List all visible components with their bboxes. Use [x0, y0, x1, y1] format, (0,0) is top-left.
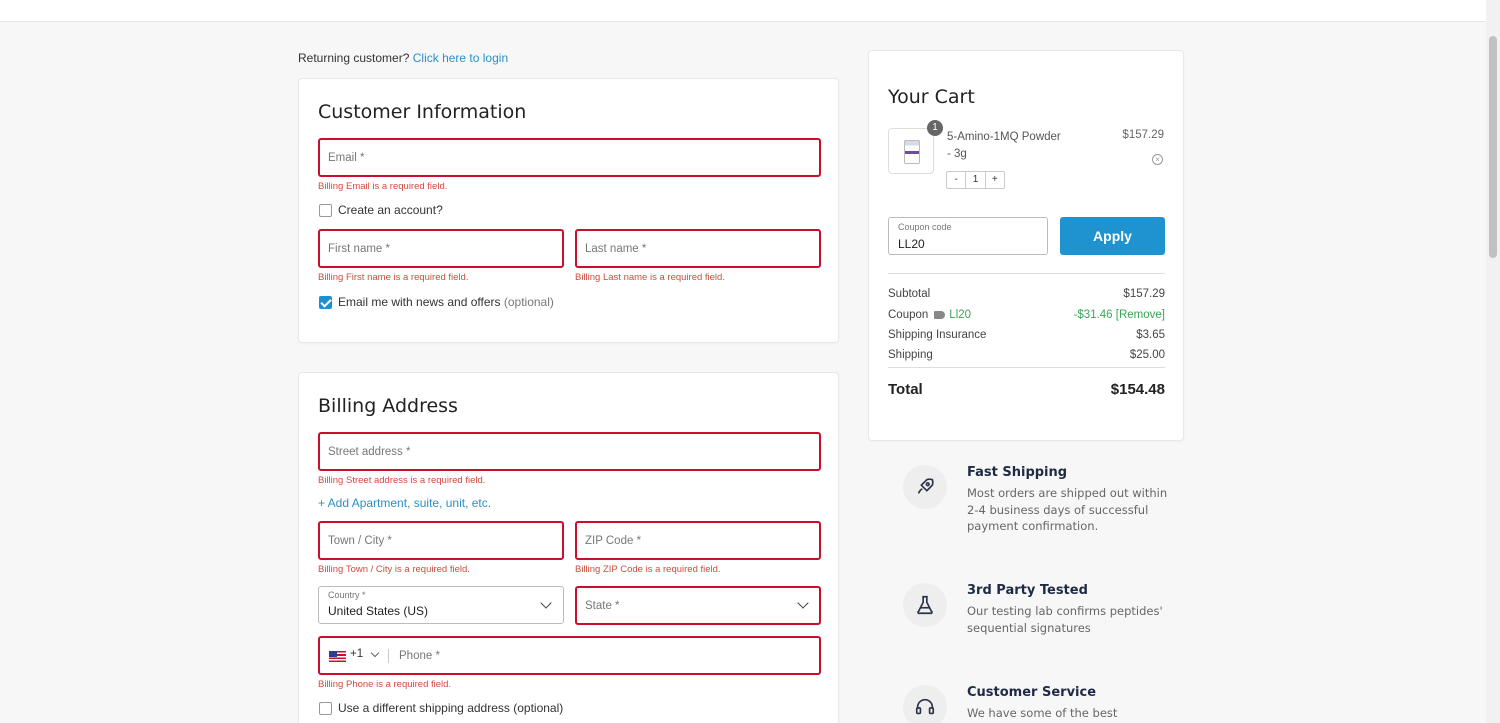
feature-desc: We have some of the best customer servic…: [967, 706, 1118, 723]
insurance-value: $3.65: [1136, 329, 1165, 341]
insurance-label: Shipping Insurance: [888, 329, 987, 341]
first-name-error: Billing First name is a required field.: [318, 272, 469, 283]
zip-placeholder: ZIP Code *: [585, 534, 642, 547]
create-account-label: Create an account?: [338, 203, 443, 217]
first-name-placeholder: First name *: [328, 242, 390, 255]
coupon-value: LL20: [898, 237, 925, 251]
login-link[interactable]: Click here to login: [413, 51, 508, 65]
cart-card: Your Cart 1 5-Amino-1MQ Powder - 3g $157…: [868, 50, 1184, 441]
state-select[interactable]: State *: [575, 586, 821, 625]
phone-field[interactable]: +1 Phone *: [318, 636, 821, 675]
first-name-field[interactable]: First name *: [318, 229, 564, 268]
subtotal-row: Subtotal $157.29: [888, 288, 1165, 300]
state-placeholder: State *: [585, 599, 620, 612]
customer-info-title: Customer Information: [318, 101, 527, 123]
feature-title: 3rd Party Tested: [967, 583, 1088, 598]
chevron-down-icon: [797, 597, 809, 609]
remove-item-icon[interactable]: ×: [1152, 154, 1163, 165]
tag-icon: [934, 310, 946, 319]
shipping-label: Shipping: [888, 349, 933, 361]
increase-qty-button[interactable]: +: [986, 172, 1004, 188]
scrollbar-thumb[interactable]: [1489, 36, 1497, 258]
feature-3rd-party-tested: 3rd Party Tested Our testing lab confirm…: [900, 583, 1170, 643]
quantity-stepper[interactable]: - 1 +: [946, 171, 1005, 189]
newsletter-label-wrap: Email me with news and offers (optional): [338, 295, 554, 309]
email-field[interactable]: Email *: [318, 138, 821, 177]
subtotal-label: Subtotal: [888, 288, 931, 300]
us-flag-icon[interactable]: [329, 651, 346, 662]
decrease-qty-button[interactable]: -: [947, 172, 967, 188]
product-thumbnail: [888, 128, 934, 174]
total-row: Total $154.48: [888, 381, 1165, 398]
feature-desc: Our testing lab confirms peptides' seque…: [967, 604, 1163, 635]
insurance-row: Shipping Insurance $3.65: [888, 329, 1165, 341]
city-error: Billing Town / City is a required field.: [318, 564, 470, 575]
feature-customer-service: Customer Service We have some of the bes…: [900, 685, 1170, 723]
country-value: United States (US): [328, 604, 429, 618]
zip-error: Billing ZIP Code is a required field.: [575, 564, 721, 575]
billing-title: Billing Address: [318, 395, 458, 417]
coupon-row-label: Coupon: [888, 309, 929, 321]
returning-customer: Returning customer? Click here to login: [298, 51, 508, 65]
phone-placeholder: Phone *: [399, 649, 440, 662]
email-error: Billing Email is a required field.: [318, 181, 448, 192]
coupon-remove-link[interactable]: -$31.46 [Remove]: [1074, 309, 1165, 321]
product-price: $157.29: [1122, 129, 1164, 141]
coupon-input[interactable]: Coupon code LL20: [888, 217, 1048, 255]
subtotal-value: $157.29: [1123, 288, 1165, 300]
street-placeholder: Street address *: [328, 445, 411, 458]
rocket-icon: [903, 465, 947, 509]
phone-country-code[interactable]: +1: [350, 648, 363, 660]
email-placeholder: Email *: [328, 151, 365, 164]
shipping-value: $25.00: [1129, 349, 1165, 361]
coupon-label: Coupon code: [898, 222, 952, 232]
billing-address-card: Billing Address Street address * Billing…: [298, 372, 839, 723]
divider: [888, 273, 1165, 274]
country-select[interactable]: Country * United States (US): [318, 586, 564, 624]
headset-icon: [903, 685, 947, 723]
different-shipping-label: Use a different shipping address (option…: [338, 701, 564, 715]
feature-fast-shipping: Fast Shipping Most orders are shipped ou…: [900, 465, 1170, 545]
shipping-row: Shipping $25.00: [888, 349, 1165, 361]
coupon-row-code: Ll20: [949, 309, 972, 321]
customer-info-card: Customer Information Email * Billing Ema…: [298, 78, 839, 343]
last-name-placeholder: Last name *: [585, 242, 647, 255]
chevron-down-icon[interactable]: [370, 648, 380, 658]
create-account-checkbox[interactable]: [319, 204, 332, 217]
cart-title: Your Cart: [888, 86, 975, 108]
phone-divider: [388, 649, 389, 663]
scrollbar[interactable]: [1486, 0, 1500, 723]
flask-icon: [903, 583, 947, 627]
product-name: 5-Amino-1MQ Powder - 3g: [947, 131, 1061, 160]
city-placeholder: Town / City *: [328, 534, 392, 547]
city-field[interactable]: Town / City *: [318, 521, 564, 560]
total-value: $154.48: [1110, 381, 1165, 398]
different-shipping-checkbox[interactable]: [319, 702, 332, 715]
add-apartment-link[interactable]: + Add Apartment, suite, unit, etc.: [318, 496, 491, 510]
returning-text: Returning customer?: [298, 51, 410, 65]
phone-error: Billing Phone is a required field.: [318, 679, 452, 690]
feature-desc: Most orders are shipped out within 2-4 b…: [967, 486, 1168, 533]
last-name-field[interactable]: Last name *: [575, 229, 821, 268]
top-bar: [0, 0, 1486, 22]
last-name-error: Billing Last name is a required field.: [575, 272, 725, 283]
chevron-down-icon: [540, 597, 552, 609]
newsletter-optional: (optional): [503, 295, 554, 309]
country-label: Country *: [328, 590, 366, 600]
newsletter-label: Email me with news and offers: [338, 295, 501, 309]
feature-title: Fast Shipping: [967, 465, 1068, 480]
qty-value[interactable]: 1: [966, 172, 986, 188]
apply-button[interactable]: Apply: [1060, 217, 1165, 255]
street-error: Billing Street address is a required fie…: [318, 475, 486, 486]
divider: [888, 367, 1165, 368]
newsletter-checkbox[interactable]: [319, 296, 332, 309]
street-address-field[interactable]: Street address *: [318, 432, 821, 471]
zip-field[interactable]: ZIP Code *: [575, 521, 821, 560]
coupon-row: Coupon Ll20 -$31.46 [Remove]: [888, 309, 1165, 321]
total-label: Total: [888, 381, 923, 398]
product-jar-icon: [904, 140, 920, 164]
feature-title: Customer Service: [967, 685, 1097, 700]
quantity-badge: 1: [927, 120, 943, 136]
